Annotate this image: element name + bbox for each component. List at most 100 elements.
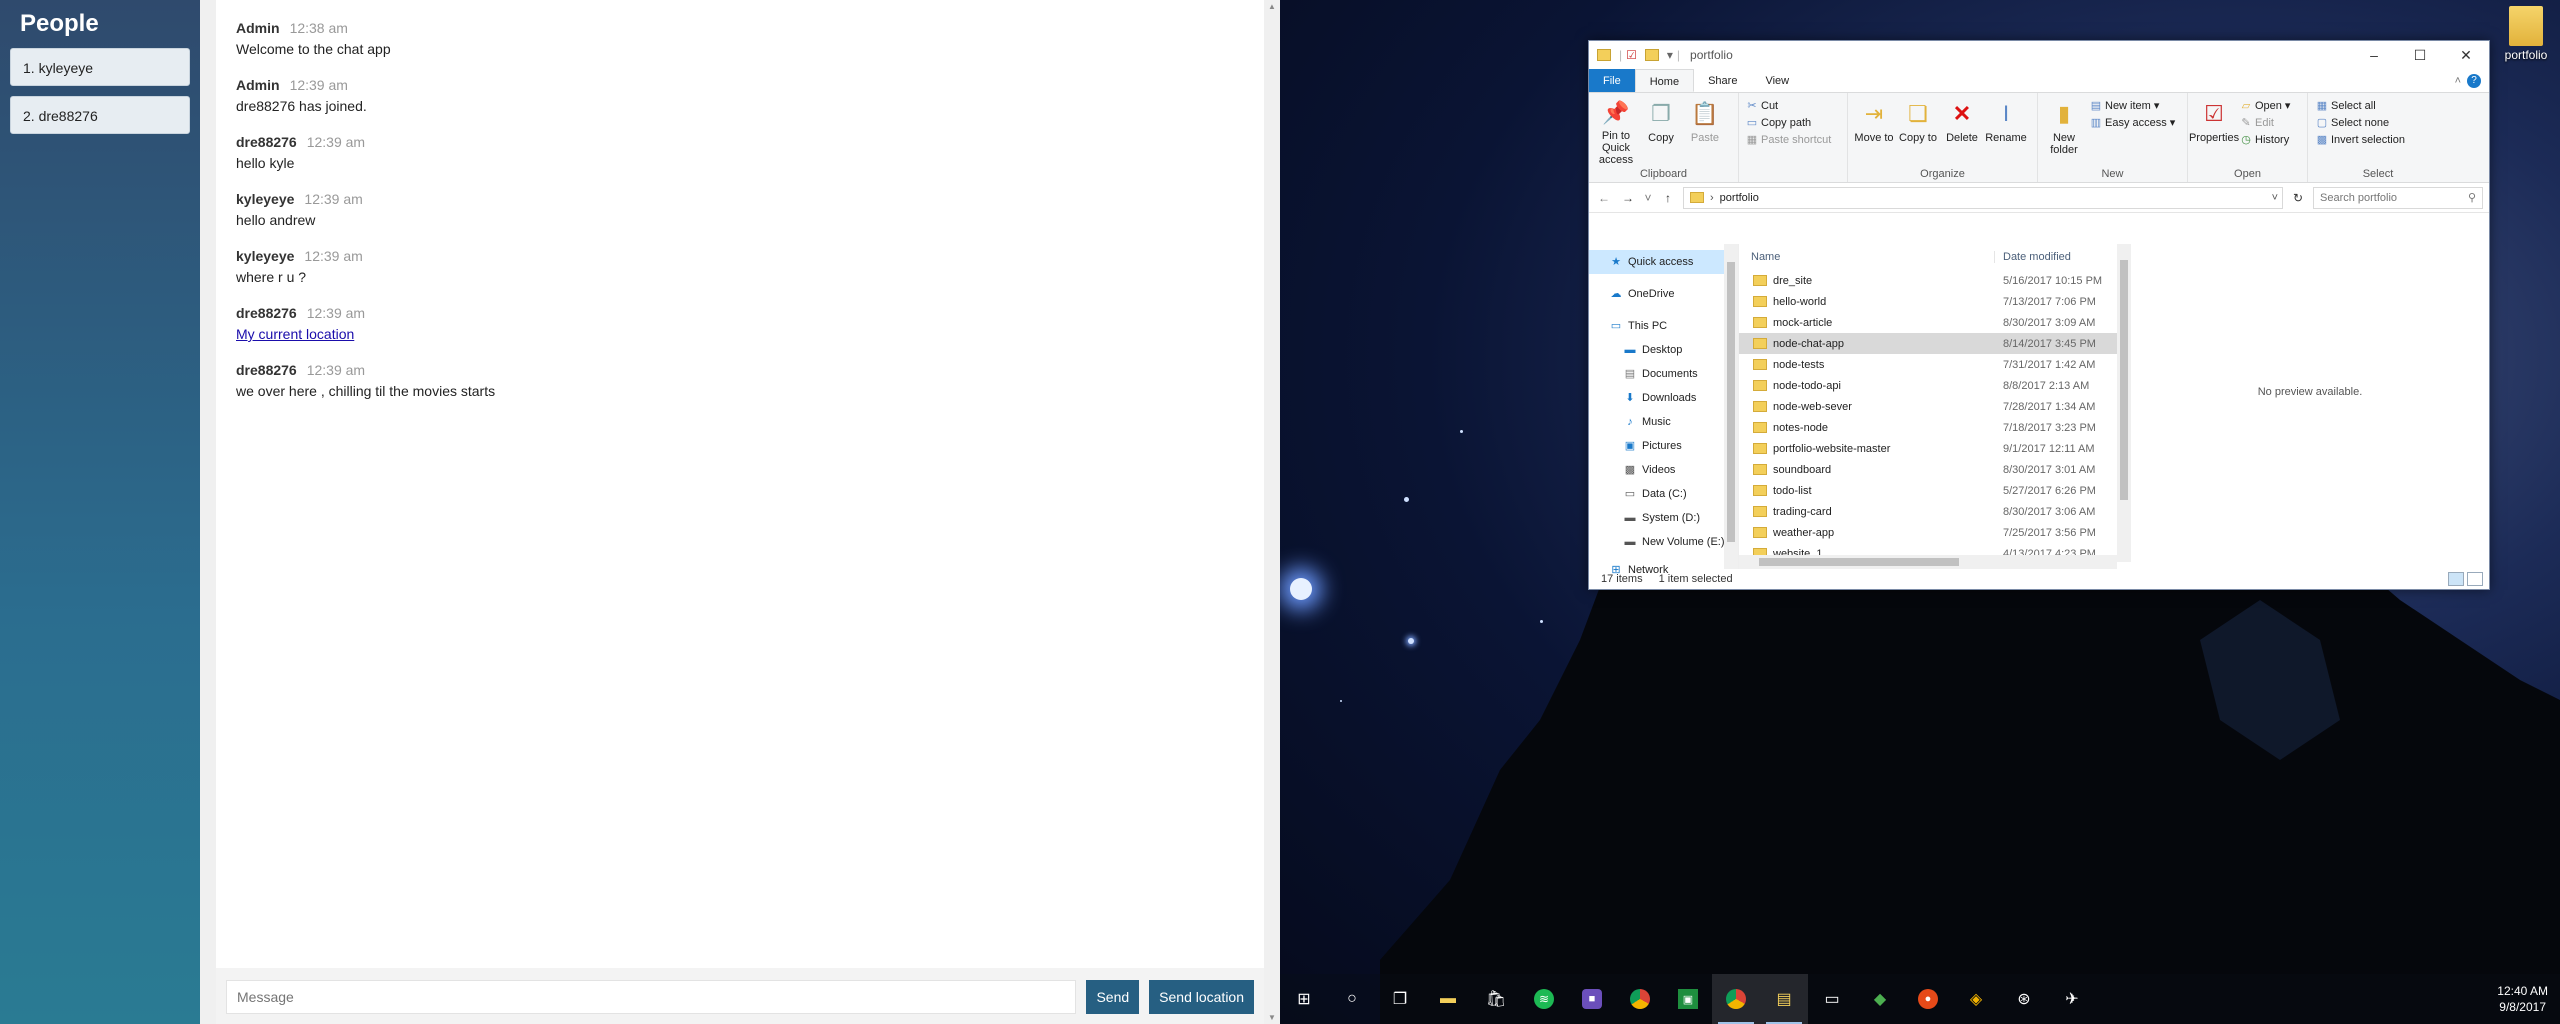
nav-this-pc[interactable]: ▭ This PC <box>1589 314 1738 338</box>
details-view-icon[interactable] <box>2448 572 2464 586</box>
properties-qa-icon[interactable]: ☑ <box>1626 48 1637 62</box>
history-button[interactable]: ◷ History <box>2240 133 2290 147</box>
new-item-button[interactable]: ▤ New item ▾ <box>2090 99 2175 113</box>
pin-quick-access-button[interactable]: 📌 Pin to Quick access <box>1593 97 1639 166</box>
easy-access-button[interactable]: ▥ Easy access ▾ <box>2090 116 2175 130</box>
file-row[interactable]: todo-list 5/27/2017 6:26 PM <box>1739 480 2131 501</box>
new-folder-qa-icon[interactable] <box>1644 49 1659 61</box>
taskbar-spotify[interactable]: ≋ <box>1520 974 1568 1024</box>
tab-view[interactable]: View <box>1751 69 1803 92</box>
file-row[interactable]: node-tests 7/31/2017 1:42 AM <box>1739 354 2131 375</box>
taskbar-app-2[interactable]: ◆ <box>1856 974 1904 1024</box>
file-row[interactable]: node-chat-app 8/14/2017 3:45 PM <box>1739 333 2131 354</box>
file-vertical-scrollbar[interactable] <box>2117 244 2131 562</box>
taskbar-chrome[interactable] <box>1616 974 1664 1024</box>
column-date[interactable]: Date modified <box>1995 251 2071 263</box>
new-folder-button[interactable]: ▮ New folder <box>2042 97 2086 166</box>
file-row[interactable]: soundboard 8/30/2017 3:01 AM <box>1739 459 2131 480</box>
nav-drive-c[interactable]: ▭ Data (C:) <box>1589 482 1738 506</box>
rename-button[interactable]: I Rename <box>1984 97 2028 166</box>
file-row[interactable]: dre_site 5/16/2017 10:15 PM <box>1739 270 2131 291</box>
refresh-icon[interactable]: ↻ <box>2289 191 2307 205</box>
select-none-button[interactable]: ▢ Select none <box>2316 116 2405 130</box>
tab-share[interactable]: Share <box>1694 69 1751 92</box>
open-button[interactable]: ▱ Open ▾ <box>2240 99 2291 113</box>
message-input[interactable] <box>226 980 1077 1014</box>
select-all-button[interactable]: ▦ Select all <box>2316 99 2405 113</box>
nav-onedrive[interactable]: ☁ OneDrive <box>1589 282 1738 306</box>
taskbar-app-4[interactable]: ◈ <box>1952 974 2000 1024</box>
nav-downloads[interactable]: ⬇ Downloads <box>1589 386 1738 410</box>
file-row[interactable]: notes-node 7/18/2017 3:23 PM <box>1739 417 2131 438</box>
file-row[interactable]: hello-world 7/13/2017 7:06 PM <box>1739 291 2131 312</box>
maximize-button[interactable]: ☐ <box>2397 41 2443 69</box>
location-link[interactable]: My current location <box>236 326 354 342</box>
task-view-button[interactable]: ❐ <box>1376 974 1424 1024</box>
help-icon[interactable]: ? <box>2467 73 2481 88</box>
taskbar-app-3[interactable]: ● <box>1904 974 1952 1024</box>
invert-selection-button[interactable]: ▩ Invert selection <box>2316 133 2405 147</box>
copy-button[interactable]: ❐ Copy <box>1639 97 1683 166</box>
edit-button[interactable]: ✎ Edit <box>2240 116 2290 130</box>
close-button[interactable]: ✕ <box>2443 41 2489 69</box>
back-icon[interactable]: ← <box>1595 191 1613 205</box>
send-location-button[interactable]: Send location <box>1149 980 1254 1014</box>
nav-documents[interactable]: ▤ Documents <box>1589 362 1738 386</box>
scroll-up-icon[interactable]: ▲ <box>1268 2 1276 11</box>
nav-scrollbar-thumb[interactable] <box>1727 262 1735 542</box>
paste-button[interactable]: 📋 Paste <box>1683 97 1727 166</box>
file-hscrollbar-thumb[interactable] <box>1759 558 1959 566</box>
taskbar-chrome-active[interactable] <box>1712 974 1760 1024</box>
taskbar-app-6[interactable]: ✈ <box>2048 974 2096 1024</box>
page-scrollbar[interactable]: ▲ ▼ <box>1264 0 1280 1024</box>
paste-shortcut-button[interactable]: ▦ Paste shortcut <box>1746 133 1832 147</box>
delete-button[interactable]: ✕ Delete <box>1940 97 1984 166</box>
forward-icon[interactable]: → <box>1619 191 1637 205</box>
large-icons-view-icon[interactable] <box>2467 572 2483 586</box>
nav-quick-access[interactable]: ★ Quick access <box>1589 250 1738 274</box>
person-item[interactable]: 1. kyleyeye <box>10 48 190 86</box>
start-button[interactable]: ⊞ <box>1280 974 1328 1024</box>
taskbar-terminal[interactable]: ▭ <box>1808 974 1856 1024</box>
minimize-button[interactable]: – <box>2351 41 2397 69</box>
address-dropdown-icon[interactable]: ˅ <box>2272 192 2278 204</box>
nav-scrollbar[interactable] <box>1724 244 1738 569</box>
address-bar[interactable]: › portfolio ˅ <box>1683 186 2283 209</box>
copy-path-button[interactable]: ▭ Copy path <box>1746 116 1831 130</box>
send-button[interactable]: Send <box>1086 980 1140 1014</box>
nav-desktop[interactable]: ▬ Desktop <box>1589 338 1738 362</box>
scroll-down-icon[interactable]: ▼ <box>1268 1013 1276 1022</box>
search-box[interactable]: Search portfolio ⚲ <box>2313 186 2483 209</box>
nav-music[interactable]: ♪ Music <box>1589 410 1738 434</box>
taskbar-explorer-app[interactable]: ▤ <box>1760 974 1808 1024</box>
nav-drive-d[interactable]: ▬ System (D:) <box>1589 506 1738 530</box>
qa-dropdown-icon[interactable]: ▾ <box>1667 48 1673 62</box>
recent-locations-icon[interactable]: ˅ <box>1643 191 1653 205</box>
taskbar-green-app[interactable]: ▣ <box>1664 974 1712 1024</box>
properties-button[interactable]: ☑ Properties <box>2189 97 2239 166</box>
file-row[interactable]: node-web-sever 7/28/2017 1:34 AM <box>1739 396 2131 417</box>
nav-pictures[interactable]: ▣ Pictures <box>1589 434 1738 458</box>
file-row[interactable]: portfolio-website-master 9/1/2017 12:11 A… <box>1739 438 2131 459</box>
collapse-ribbon-icon[interactable]: ˄ <box>2455 69 2461 93</box>
taskbar-store[interactable]: 🛍 <box>1472 974 1520 1024</box>
desktop-folder-portfolio[interactable]: portfolio <box>2496 6 2556 62</box>
cortana-button[interactable]: ○ <box>1328 974 1376 1024</box>
taskbar-app-5[interactable]: ⊛ <box>2000 974 2048 1024</box>
file-row[interactable]: mock-article 8/30/2017 3:09 AM <box>1739 312 2131 333</box>
cut-button[interactable]: ✂ Cut <box>1746 99 1831 113</box>
file-scrollbar-thumb[interactable] <box>2120 260 2128 500</box>
column-name[interactable]: Name <box>1739 250 1995 263</box>
explorer-titlebar[interactable]: | ☑ ▾ | portfolio – ☐ ✕ <box>1589 41 2489 69</box>
file-row[interactable]: node-todo-api 8/8/2017 2:13 AM <box>1739 375 2131 396</box>
tab-home[interactable]: Home <box>1634 69 1695 92</box>
copy-to-button[interactable]: ❏ Copy to <box>1896 97 1940 166</box>
nav-drive-e[interactable]: ▬ New Volume (E:) <box>1589 530 1738 554</box>
taskbar-file-explorer[interactable]: ▬ <box>1424 974 1472 1024</box>
up-icon[interactable]: ↑ <box>1659 191 1677 205</box>
system-clock[interactable]: 12:40 AM 9/8/2017 <box>2497 983 2548 1015</box>
nav-videos[interactable]: ▩ Videos <box>1589 458 1738 482</box>
tab-file[interactable]: File <box>1589 69 1635 92</box>
person-item[interactable]: 2. dre88276 <box>10 96 190 134</box>
file-row[interactable]: trading-card 8/30/2017 3:06 AM <box>1739 501 2131 522</box>
